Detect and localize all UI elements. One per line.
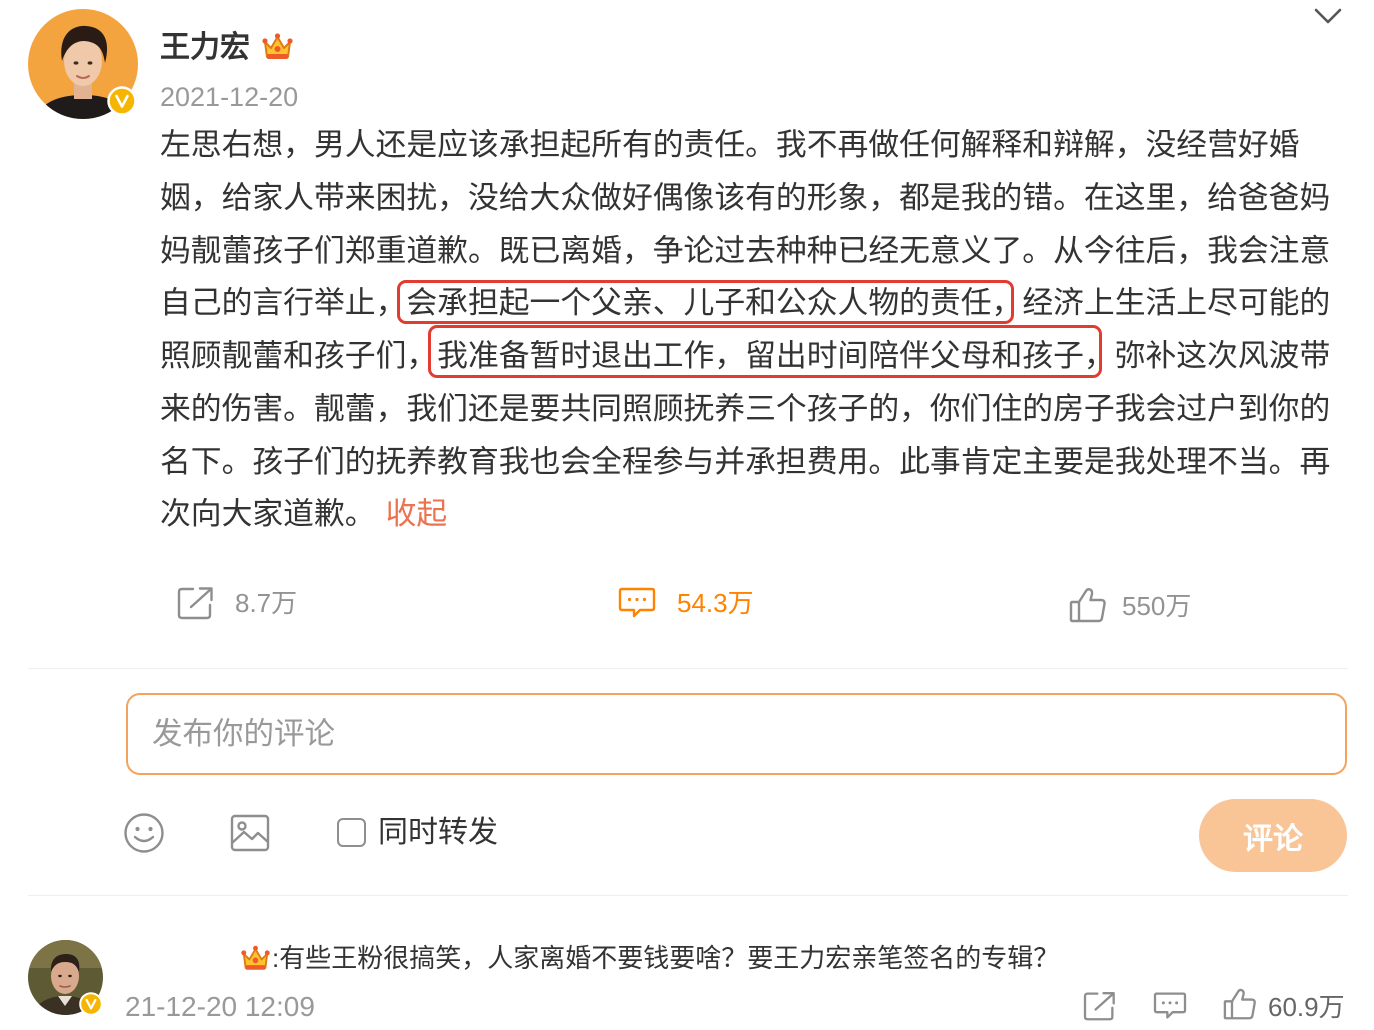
- repost-checkbox[interactable]: [337, 818, 366, 847]
- comment-count: 54.3万: [677, 588, 754, 618]
- divider: [28, 895, 1348, 896]
- post-text-line: 照顾靓蕾和孩子们，我准备暂时退出工作，留出时间陪伴父母和孩子，弥补这次风波带: [160, 325, 1331, 383]
- crown-icon: [262, 33, 293, 59]
- comment-input[interactable]: [126, 693, 1347, 775]
- share-icon[interactable]: [1083, 991, 1117, 1021]
- post-text-segment: 次向大家道歉。: [160, 496, 376, 532]
- post-text-line: 姻，给家人带来困扰，没给大众做好偶像该有的形象，都是我的错。在这里，给爸爸妈: [160, 179, 1331, 215]
- thumbs-up-icon[interactable]: [1223, 988, 1257, 1020]
- image-icon[interactable]: [229, 813, 271, 853]
- verified-badge-icon: [79, 992, 103, 1016]
- collapse-link[interactable]: 收起: [386, 496, 448, 531]
- post-text-segment: 弥补这次风波带: [1114, 338, 1331, 373]
- post-date[interactable]: 2021-12-20: [160, 82, 298, 112]
- share-icon[interactable]: [177, 586, 215, 620]
- share-count: 8.7万: [235, 588, 298, 618]
- post-text-line: 次向大家道歉。 收起: [160, 488, 1330, 541]
- comment-like-count: 60.9万: [1268, 992, 1345, 1022]
- divider: [28, 668, 1348, 669]
- crown-icon: [241, 945, 270, 970]
- post-text-line: 来的伤害。靓蕾，我们还是要共同照顾抚养三个孩子的，你们住的房子我会过户到你的: [160, 390, 1331, 426]
- highlighted-phrase: 会承担起一个父亲、儿子和公众人物的责任，: [397, 277, 1022, 330]
- chevron-down-icon[interactable]: [1313, 6, 1343, 26]
- comment-timestamp: 21-12-20 12:09: [125, 991, 315, 1022]
- post-text-line: 自己的言行举止，会承担起一个父亲、儿子和公众人物的责任，经济上生活上尽可能的: [160, 277, 1330, 330]
- thumbs-up-icon[interactable]: [1069, 587, 1107, 623]
- comment-icon[interactable]: [618, 586, 656, 620]
- post-text-segment: 自己的言行举止，: [160, 285, 407, 321]
- submit-comment-button[interactable]: 评论: [1199, 799, 1347, 872]
- post-text-line: 左思右想，男人还是应该承担起所有的责任。我不再做任何解释和辩解，没经营好婚: [160, 127, 1300, 162]
- post-text: 左思右想，男人还是应该承担起所有的责任。我不再做任何解释和辩解，没经营好婚 姻，…: [160, 119, 1330, 541]
- author-name[interactable]: 王力宏: [160, 29, 250, 67]
- post-text-segment: 照顾靓蕾和孩子们，: [160, 338, 438, 373]
- highlighted-phrase: 我准备暂时退出工作，留出时间陪伴父母和孩子，: [428, 325, 1115, 383]
- emoji-icon[interactable]: [123, 812, 165, 854]
- post-text-segment: 经济上生活上尽可能的: [1022, 285, 1331, 321]
- comment-text: :有些王粉很搞笑，人家离婚不要钱要啥？要王力宏亲笔签名的专辑？: [272, 943, 1060, 973]
- repost-label[interactable]: 同时转发: [378, 815, 498, 851]
- comment-icon[interactable]: [1153, 991, 1187, 1021]
- post-text-line: 妈靓蕾孩子们郑重道歉。既已离婚，争论过去种种已经无意义了。从今往后，我会注意: [160, 232, 1331, 268]
- post-text-line: 名下。孩子们的抚养教育我也会全程参与并承担费用。此事肯定主要是我处理不当。再: [160, 443, 1331, 479]
- verified-badge-icon: [107, 86, 137, 116]
- like-count: 550万: [1122, 591, 1192, 621]
